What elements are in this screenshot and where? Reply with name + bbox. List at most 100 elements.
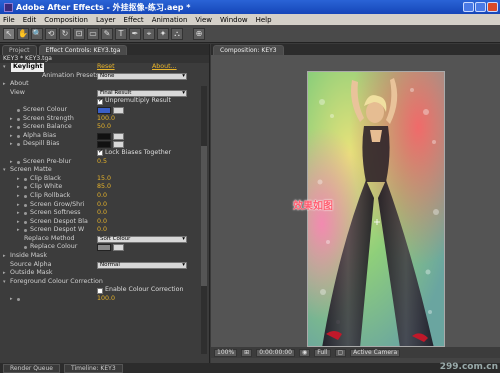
stopwatch-icon[interactable] <box>24 229 27 233</box>
tab-composition[interactable]: Composition: KEY3 <box>213 45 284 55</box>
reset-link[interactable]: Reset <box>97 63 115 72</box>
stopwatch-icon[interactable] <box>17 134 20 138</box>
tool-11-icon[interactable]: ✦ <box>157 27 169 40</box>
panel-scrollbar[interactable] <box>201 86 207 354</box>
eyedropper-icon[interactable] <box>113 106 124 114</box>
maximize-button[interactable] <box>475 2 486 12</box>
property-value[interactable]: 0.0 <box>97 209 107 218</box>
effect-name[interactable]: Keylight <box>11 63 45 72</box>
color-swatch[interactable] <box>97 132 111 140</box>
tool-3-icon[interactable]: ⟲ <box>45 27 57 40</box>
property-row[interactable]: Replace Colour <box>0 243 209 252</box>
property-checkbox[interactable] <box>97 148 103 157</box>
color-swatch[interactable] <box>97 141 111 149</box>
stopwatch-icon[interactable] <box>24 186 27 190</box>
stopwatch-icon[interactable] <box>17 108 20 112</box>
color-swatch[interactable] <box>97 106 111 114</box>
expand-arrow-icon[interactable]: ▸ <box>10 132 13 141</box>
property-dropdown[interactable]: Final Result <box>97 89 187 97</box>
expand-arrow-icon[interactable]: ▸ <box>10 115 13 124</box>
resolution-dropdown[interactable]: Full <box>314 348 331 357</box>
scrollbar-thumb[interactable] <box>201 146 207 286</box>
expand-arrow-icon[interactable]: ▸ <box>10 140 13 149</box>
zoom-dropdown[interactable]: 100% <box>214 348 238 357</box>
keylight-effect-row[interactable]: ▾ Keylight Reset About... <box>0 63 209 72</box>
property-row[interactable]: View Final Result <box>0 89 209 98</box>
expand-arrow-icon[interactable]: ▸ <box>17 226 20 235</box>
expand-icon[interactable]: ▾ <box>3 63 6 72</box>
tool-10-icon[interactable]: ⌖ <box>143 27 155 40</box>
property-value[interactable]: 100.0 <box>97 115 115 124</box>
property-value[interactable]: 50.0 <box>97 123 111 132</box>
property-row[interactable]: ▸ Inside Mask <box>0 252 209 261</box>
property-value[interactable]: 0.0 <box>97 226 107 235</box>
property-value[interactable]: 0.5 <box>97 158 107 167</box>
expand-arrow-icon[interactable]: ▾ <box>3 166 6 175</box>
expand-arrow-icon[interactable]: ▸ <box>10 295 13 304</box>
safe-area-button[interactable]: ⊞ <box>241 348 253 357</box>
tab-timeline[interactable]: Timeline: KEY3 <box>63 363 123 373</box>
tool-9-icon[interactable]: ✒ <box>129 27 141 40</box>
property-row[interactable]: ▸ Screen Softness 0.0 <box>0 209 209 218</box>
tab-effect-controls[interactable]: Effect Controls: KEY3.tga <box>38 45 128 55</box>
property-row[interactable]: ▸ Despill Bias <box>0 140 209 149</box>
property-row[interactable]: ▸ Outside Mask <box>0 269 209 278</box>
stopwatch-icon[interactable] <box>24 203 27 207</box>
tool-7-icon[interactable]: ✎ <box>101 27 113 40</box>
menu-item-file[interactable]: File <box>3 16 15 24</box>
region-icon[interactable]: ▢ <box>334 348 347 357</box>
expand-arrow-icon[interactable]: ▸ <box>17 183 20 192</box>
stopwatch-icon[interactable] <box>24 212 27 216</box>
tool-6-icon[interactable]: ▭ <box>87 27 99 40</box>
property-row[interactable]: Source Alpha Normal <box>0 261 209 270</box>
tab-project[interactable]: Project <box>2 45 37 55</box>
property-row[interactable]: Enable Colour Correction <box>0 286 209 295</box>
stopwatch-icon[interactable] <box>17 143 20 147</box>
property-row[interactable]: ▸ Clip Black 15.0 <box>0 175 209 184</box>
stopwatch-icon[interactable] <box>24 246 27 250</box>
stopwatch-icon[interactable] <box>17 117 20 121</box>
menu-item-layer[interactable]: Layer <box>96 16 116 24</box>
menu-item-window[interactable]: Window <box>220 16 248 24</box>
property-row[interactable]: ▸ Screen Pre-blur 0.5 <box>0 158 209 167</box>
eyedropper-icon[interactable] <box>113 244 124 252</box>
expand-arrow-icon[interactable]: ▸ <box>3 252 6 261</box>
tab-render-queue[interactable]: Render Queue <box>3 363 60 373</box>
property-value[interactable]: 85.0 <box>97 183 111 192</box>
property-row[interactable]: ▸ Screen Despot W 0.0 <box>0 226 209 235</box>
timecode-display[interactable]: 0:00:00:00 <box>256 348 295 357</box>
minimize-button[interactable] <box>463 2 474 12</box>
property-row[interactable]: ▸ Screen Grow/Shri 0.0 <box>0 201 209 210</box>
property-row[interactable]: ▸ 100.0 <box>0 295 209 304</box>
tool-4-icon[interactable]: ↻ <box>59 27 71 40</box>
property-value[interactable]: 100.0 <box>97 295 115 304</box>
expand-arrow-icon[interactable]: ▸ <box>17 192 20 201</box>
property-row[interactable]: ▸ Alpha Bias <box>0 132 209 141</box>
property-row[interactable]: ▸ About <box>0 80 209 89</box>
expand-arrow-icon[interactable]: ▸ <box>3 80 6 89</box>
tool-8-icon[interactable]: T <box>115 27 127 40</box>
expand-arrow-icon[interactable]: ▸ <box>17 209 20 218</box>
presets-dropdown[interactable]: None <box>97 72 187 80</box>
property-row[interactable]: ▸ Clip Rollback 0.0 <box>0 192 209 201</box>
snapshot-icon[interactable]: ◉ <box>298 348 311 357</box>
expand-arrow-icon[interactable]: ▸ <box>10 123 13 132</box>
property-row[interactable]: Unpremultiply Result <box>0 97 209 106</box>
property-dropdown[interactable]: Normal <box>97 261 187 269</box>
workspace-icon[interactable]: ⊕ <box>193 27 205 40</box>
expand-arrow-icon[interactable]: ▸ <box>10 158 13 167</box>
composition-viewer[interactable] <box>211 55 500 347</box>
expand-arrow-icon[interactable]: ▸ <box>17 175 20 184</box>
menu-item-composition[interactable]: Composition <box>44 16 88 24</box>
camera-dropdown[interactable]: Active Camera <box>350 348 401 357</box>
property-row[interactable]: ▸ Screen Despot Bla 0.0 <box>0 218 209 227</box>
property-checkbox[interactable] <box>97 287 103 294</box>
property-value[interactable]: 0.0 <box>97 218 107 227</box>
close-button[interactable] <box>487 2 498 12</box>
expand-arrow-icon[interactable]: ▸ <box>17 218 20 227</box>
property-row[interactable]: ▾ Foreground Colour Correction <box>0 278 209 287</box>
menu-item-edit[interactable]: Edit <box>23 16 37 24</box>
stopwatch-icon[interactable] <box>17 298 20 302</box>
stopwatch-icon[interactable] <box>17 160 20 164</box>
property-row[interactable]: Lock Biases Together <box>0 148 209 158</box>
